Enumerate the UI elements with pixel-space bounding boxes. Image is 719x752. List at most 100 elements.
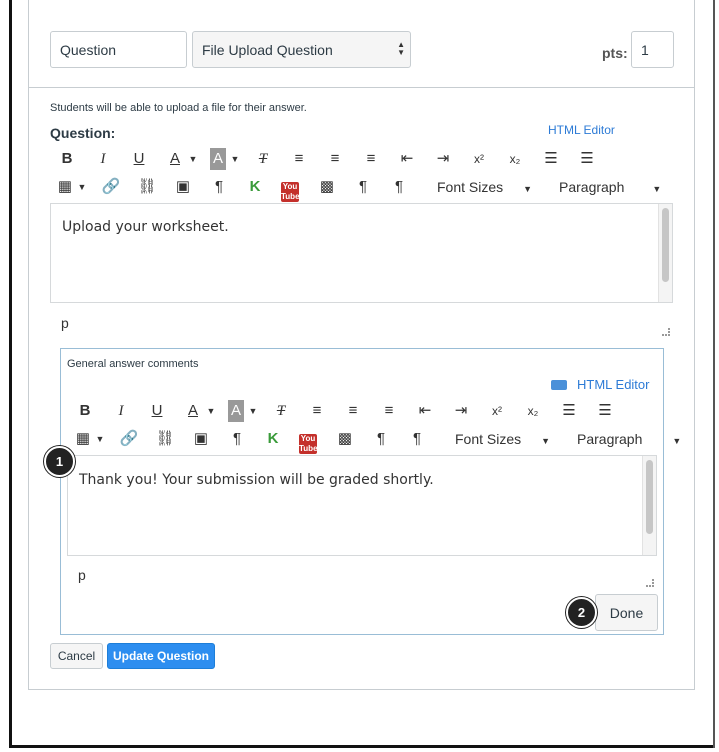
table-caret-icon[interactable]: ▼ bbox=[95, 428, 105, 450]
element-path[interactable]: p bbox=[61, 315, 69, 331]
font-sizes-dropdown[interactable]: Font Sizes ▼ bbox=[455, 431, 550, 447]
background-color-caret-icon[interactable]: ▼ bbox=[230, 148, 240, 170]
comments-editor-toolbar: B I U A ▼ A ▼ T ≡ ≡ ≡ ⇤ ⇥ x² x₂ ☰ ☰ ▦ ▼ … bbox=[75, 398, 715, 454]
comments-text-editor[interactable]: Thank you! Your submission will be grade… bbox=[67, 455, 657, 556]
question-edit-panel: Question File Upload Question ▲ ▼ pts: 1 … bbox=[28, 0, 695, 690]
pilcrow-icon[interactable]: ¶ bbox=[225, 428, 249, 450]
editor-scrollbar[interactable] bbox=[658, 204, 672, 302]
image-icon[interactable]: ▣ bbox=[189, 428, 213, 450]
youtube-icon[interactable]: You Tube bbox=[299, 434, 318, 454]
bullet-list-icon[interactable]: ☰ bbox=[557, 400, 581, 422]
image-icon[interactable]: ▣ bbox=[171, 176, 195, 198]
done-button[interactable]: Done bbox=[595, 594, 658, 631]
link-icon[interactable]: 🔗 bbox=[117, 428, 141, 450]
font-sizes-dropdown[interactable]: Font Sizes ▼ bbox=[437, 179, 532, 195]
points-label: pts: bbox=[602, 45, 628, 61]
window-frame-right bbox=[713, 0, 715, 748]
align-right-icon[interactable]: ≡ bbox=[377, 400, 401, 422]
clear-formatting-button[interactable]: T bbox=[269, 400, 293, 422]
bullet-list-icon[interactable]: ☰ bbox=[539, 148, 563, 170]
outdent-icon[interactable]: ⇤ bbox=[395, 148, 419, 170]
background-color-button[interactable]: A bbox=[228, 400, 244, 422]
general-answer-comments-box: General answer comments HTML Editor B I … bbox=[60, 348, 681, 635]
align-right-icon[interactable]: ≡ bbox=[359, 148, 383, 170]
kaltura-icon[interactable]: K bbox=[243, 176, 267, 198]
align-center-icon[interactable]: ≡ bbox=[341, 400, 365, 422]
unlink-icon[interactable]: ⛓ bbox=[135, 176, 159, 198]
outdent-icon[interactable]: ⇤ bbox=[413, 400, 437, 422]
help-text: Students will be able to upload a file f… bbox=[50, 102, 307, 114]
question-editor-toolbar: B I U A ▼ A ▼ T ≡ ≡ ≡ ⇤ ⇥ x² x₂ ☰ ☰ ▦ ▼ … bbox=[57, 146, 677, 202]
italic-button[interactable]: I bbox=[109, 400, 133, 422]
comments-element-path[interactable]: p bbox=[78, 567, 86, 583]
rtl-direction-icon[interactable]: ¶ bbox=[387, 176, 411, 198]
ltr-direction-icon[interactable]: ¶ bbox=[351, 176, 375, 198]
kaltura-icon[interactable]: K bbox=[261, 428, 285, 450]
table-icon[interactable]: ▦ bbox=[71, 428, 95, 450]
align-left-icon[interactable]: ≡ bbox=[305, 400, 329, 422]
rtl-direction-icon[interactable]: ¶ bbox=[405, 428, 429, 450]
unlink-icon[interactable]: ⛓ bbox=[153, 428, 177, 450]
font-color-caret-icon[interactable]: ▼ bbox=[206, 400, 216, 422]
cancel-button[interactable]: Cancel bbox=[50, 643, 103, 669]
resize-handle-icon[interactable] bbox=[662, 328, 670, 336]
comments-html-editor-link[interactable]: HTML Editor bbox=[577, 377, 649, 392]
scrollbar-thumb[interactable] bbox=[662, 208, 669, 282]
html-editor-link[interactable]: HTML Editor bbox=[548, 123, 615, 137]
media-icon[interactable]: ▩ bbox=[315, 176, 339, 198]
question-type-select[interactable]: File Upload Question ▲ ▼ bbox=[192, 31, 411, 68]
subscript-button[interactable]: x₂ bbox=[503, 148, 527, 170]
ltr-direction-icon[interactable]: ¶ bbox=[369, 428, 393, 450]
callout-badge-2: 2 bbox=[566, 597, 597, 628]
table-caret-icon[interactable]: ▼ bbox=[77, 176, 87, 198]
update-question-button[interactable]: Update Question bbox=[107, 643, 215, 669]
points-input[interactable]: 1 bbox=[631, 31, 674, 68]
underline-button[interactable]: U bbox=[127, 148, 151, 170]
indent-icon[interactable]: ⇥ bbox=[431, 148, 455, 170]
question-name-value: Question bbox=[60, 41, 117, 58]
bold-button[interactable]: B bbox=[73, 400, 97, 422]
underline-button[interactable]: U bbox=[145, 400, 169, 422]
scrollbar-thumb[interactable] bbox=[646, 460, 653, 534]
media-icon[interactable]: ▩ bbox=[333, 428, 357, 450]
editor-scrollbar[interactable] bbox=[642, 456, 656, 555]
question-text: Upload your worksheet. bbox=[62, 219, 229, 235]
indent-icon[interactable]: ⇥ bbox=[449, 400, 473, 422]
paragraph-label: Paragraph bbox=[559, 179, 625, 195]
bold-button[interactable]: B bbox=[55, 148, 79, 170]
superscript-button[interactable]: x² bbox=[467, 148, 491, 170]
clear-formatting-button[interactable]: T bbox=[251, 148, 275, 170]
numbered-list-icon[interactable]: ☰ bbox=[575, 148, 599, 170]
font-color-caret-icon[interactable]: ▼ bbox=[188, 148, 198, 170]
font-color-button[interactable]: A bbox=[181, 400, 205, 422]
keyboard-icon[interactable] bbox=[551, 380, 567, 390]
question-type-value: File Upload Question bbox=[202, 41, 333, 58]
align-center-icon[interactable]: ≡ bbox=[323, 148, 347, 170]
font-sizes-label: Font Sizes bbox=[437, 179, 504, 195]
background-color-caret-icon[interactable]: ▼ bbox=[248, 400, 258, 422]
link-icon[interactable]: 🔗 bbox=[99, 176, 123, 198]
paragraph-dropdown[interactable]: Paragraph ▼ bbox=[577, 431, 681, 447]
paragraph-label: Paragraph bbox=[577, 431, 643, 447]
chevron-down-icon: ▼ bbox=[652, 184, 662, 194]
numbered-list-icon[interactable]: ☰ bbox=[593, 400, 617, 422]
paragraph-dropdown[interactable]: Paragraph ▼ bbox=[559, 179, 661, 195]
window-frame-bottom bbox=[9, 745, 713, 748]
superscript-button[interactable]: x² bbox=[485, 400, 509, 422]
question-header: Question File Upload Question ▲ ▼ pts: 1 bbox=[29, 17, 694, 88]
italic-button[interactable]: I bbox=[91, 148, 115, 170]
table-icon[interactable]: ▦ bbox=[53, 176, 77, 198]
chevron-down-icon: ▼ bbox=[672, 436, 682, 446]
youtube-icon[interactable]: You Tube bbox=[281, 182, 300, 202]
font-sizes-label: Font Sizes bbox=[455, 431, 522, 447]
pilcrow-icon[interactable]: ¶ bbox=[207, 176, 231, 198]
chevron-down-icon: ▼ bbox=[523, 184, 533, 194]
subscript-button[interactable]: x₂ bbox=[521, 400, 545, 422]
question-name-input[interactable]: Question bbox=[50, 31, 187, 68]
comments-text: Thank you! Your submission will be grade… bbox=[79, 472, 434, 488]
resize-handle-icon[interactable] bbox=[646, 579, 654, 587]
background-color-button[interactable]: A bbox=[210, 148, 226, 170]
font-color-button[interactable]: A bbox=[163, 148, 187, 170]
align-left-icon[interactable]: ≡ bbox=[287, 148, 311, 170]
question-text-editor[interactable]: Upload your worksheet. bbox=[50, 203, 673, 303]
